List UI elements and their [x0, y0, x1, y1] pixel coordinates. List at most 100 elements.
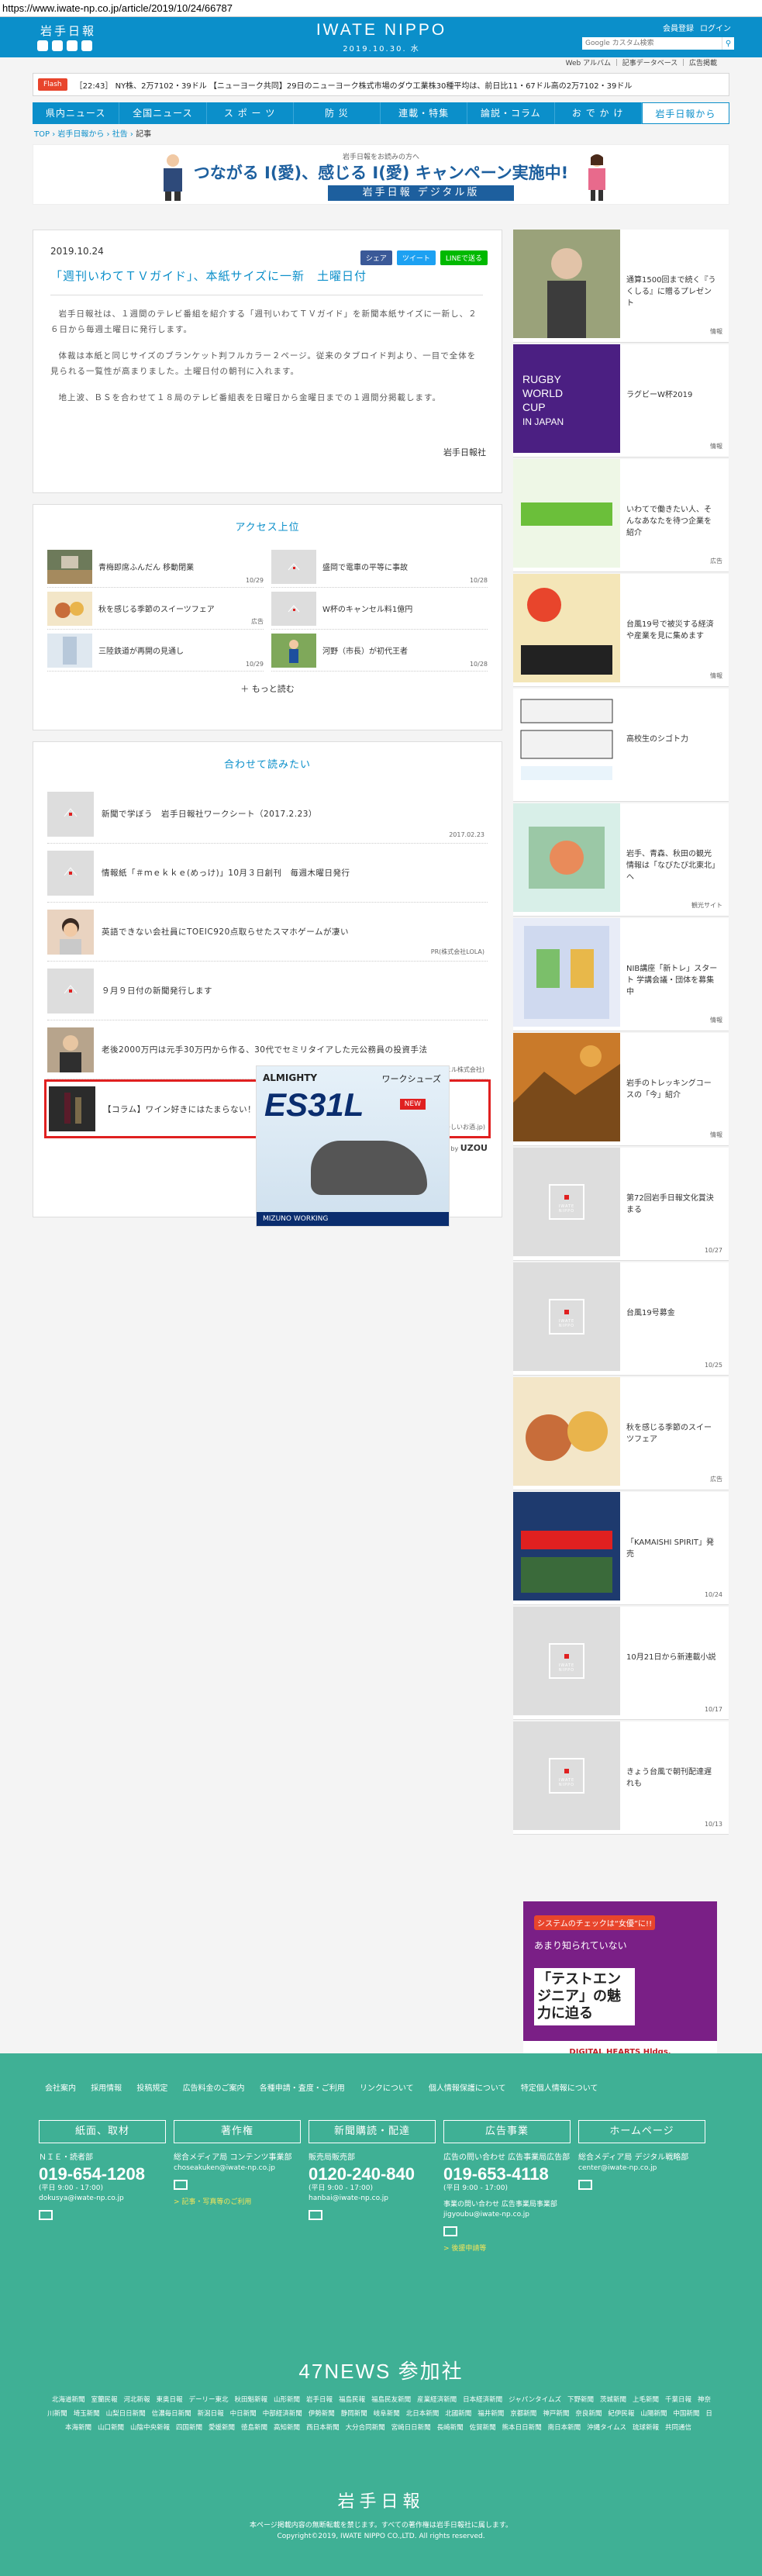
- member-paper-link[interactable]: 大分合同新聞: [346, 2424, 385, 2432]
- center-logo[interactable]: IWATE NIPPO 2019.10.30. 水: [304, 22, 459, 54]
- member-paper-link[interactable]: 産業経済新聞: [417, 2396, 457, 2404]
- more-button[interactable]: ＋ もっと読む: [33, 682, 502, 695]
- member-paper-link[interactable]: デーリー東北: [189, 2396, 229, 2404]
- member-paper-link[interactable]: 共同通信: [665, 2424, 691, 2432]
- uzou-logo[interactable]: UZOU: [460, 1143, 488, 1153]
- ranking-item[interactable]: 盛岡で電車の平等に事故 10/28: [271, 546, 488, 588]
- member-paper-link[interactable]: 伊勢新聞: [309, 2410, 335, 2418]
- ranking-item[interactable]: 河野（市長）が初代王者 10/28: [271, 630, 488, 672]
- member-paper-link[interactable]: 岐阜新聞: [374, 2410, 400, 2418]
- member-paper-link[interactable]: 福井新聞: [478, 2410, 504, 2418]
- breadcrumb-top[interactable]: TOP: [34, 130, 50, 139]
- sidebar-item[interactable]: NIB講座「新トレ」スタート 学講会議・団体を募集中 情報: [513, 918, 729, 1031]
- contact-email[interactable]: dokusya@iwate-np.co.jp: [39, 2194, 166, 2204]
- member-paper-link[interactable]: 山形新聞: [274, 2396, 300, 2404]
- mail-icon[interactable]: [578, 2180, 592, 2190]
- sidebar-item[interactable]: IWATE NIPPO 台風19号募金 10/25: [513, 1262, 729, 1376]
- member-paper-link[interactable]: 沖縄タイムス: [587, 2424, 626, 2432]
- member-paper-link[interactable]: 福島民友新聞: [371, 2396, 411, 2404]
- sidebar-item[interactable]: 台風19号で被災する経済や産業を見に集めます 情報: [513, 574, 729, 687]
- sidebar-item[interactable]: 岩手のトレッキングコースの「今」紹介 情報: [513, 1033, 729, 1146]
- contact-email[interactable]: hanbai@iwate-np.co.jp: [309, 2194, 436, 2204]
- sidebar-item[interactable]: IWATE NIPPO きょう台風で朝刊配達遅れも 10/13: [513, 1721, 729, 1835]
- sidebar-item[interactable]: 高校生のシゴト力: [513, 689, 729, 802]
- facebook-share-button[interactable]: シェア: [360, 250, 392, 265]
- contact-email[interactable]: center@iwate-np.co.jp: [578, 2163, 705, 2174]
- ranking-item[interactable]: 三陸鉄道が再開の見通し 10/29: [47, 630, 264, 672]
- sidebar-item[interactable]: いわてで働きたい人、そんなあなたを待つ企業を紹介 広告: [513, 459, 729, 572]
- member-paper-link[interactable]: 新潟日報: [198, 2410, 224, 2418]
- related-item[interactable]: ９月９日付の新聞発行します: [47, 962, 488, 1020]
- member-paper-link[interactable]: 北國新聞: [445, 2410, 471, 2418]
- member-paper-link[interactable]: 日本経済新聞: [463, 2396, 502, 2404]
- member-paper-link[interactable]: ジャパンタイムズ: [509, 2396, 561, 2404]
- member-paper-link[interactable]: 東奥日報: [156, 2396, 182, 2404]
- member-paper-link[interactable]: 山梨日日新聞: [106, 2410, 146, 2418]
- member-paper-link[interactable]: 京都新聞: [510, 2410, 536, 2418]
- site-logo[interactable]: 岩手日報: [40, 22, 96, 39]
- member-paper-link[interactable]: 佐賀新聞: [470, 2424, 496, 2432]
- facebook-icon[interactable]: [52, 40, 63, 51]
- sidebar-item[interactable]: 岩手、青森、秋田の観光情報は「なびたび北東北」へ 観光サイト: [513, 803, 729, 917]
- instagram-icon[interactable]: [81, 40, 92, 51]
- contact-events[interactable]: 事業の問い合わせ 広告事業局事業部 jigyoubu@iwate-np.co.j…: [443, 2200, 571, 2220]
- related-item[interactable]: 英語できない会社員にTOEIC920点取らせたスマホゲームが凄い PR(株式会社…: [47, 903, 488, 962]
- mail-icon[interactable]: [309, 2210, 322, 2220]
- member-paper-link[interactable]: 山陰中央新報: [130, 2424, 170, 2432]
- nav-disaster[interactable]: 防 災: [294, 102, 381, 124]
- sub-links[interactable]: Web アルバム ｜ 記事データベース ｜ 広告掲載: [0, 57, 762, 70]
- sponsorship-link[interactable]: > 後援申請等: [443, 2243, 571, 2253]
- ranking-item[interactable]: 秋を感じる季節のスイーツフェア 広告: [47, 588, 264, 630]
- member-paper-link[interactable]: 下野新聞: [567, 2396, 594, 2404]
- member-paper-link[interactable]: 琉球新報: [633, 2424, 659, 2432]
- register-link[interactable]: 会員登録: [663, 22, 694, 33]
- usage-link[interactable]: > 記事・写真等のご利用: [174, 2196, 301, 2206]
- member-paper-link[interactable]: 西日本新聞: [306, 2424, 340, 2432]
- phone-number[interactable]: 019-654-1208: [39, 2165, 166, 2184]
- phone-number[interactable]: 0120-240-840: [309, 2165, 436, 2184]
- line-icon[interactable]: [67, 40, 78, 51]
- member-paper-link[interactable]: 山口新聞: [98, 2424, 124, 2432]
- sidebar-item[interactable]: RUGBY WORLD CUP IN JAPAN ラグビーW杯2019 情報: [513, 344, 729, 458]
- member-paper-link[interactable]: 長崎新聞: [437, 2424, 464, 2432]
- member-paper-link[interactable]: 千葉日報: [665, 2396, 691, 2404]
- search-icon[interactable]: ⚲: [722, 37, 734, 50]
- member-paper-link[interactable]: 福島民報: [339, 2396, 365, 2404]
- member-paper-link[interactable]: 北日本新聞: [406, 2410, 440, 2418]
- footer-link[interactable]: リンクについて: [360, 2084, 414, 2093]
- related-item[interactable]: 情報紙「＃ｍｅｋｋｅ(めっけ)」10月３日創刊 毎週木曜日発行: [47, 844, 488, 903]
- member-paper-link[interactable]: 信濃毎日新聞: [152, 2410, 191, 2418]
- address-bar[interactable]: https://www.iwate-np.co.jp/article/2019/…: [0, 0, 762, 17]
- ranking-item[interactable]: W杯のキャンセル料1億円: [271, 588, 488, 630]
- member-paper-link[interactable]: 室蘭民報: [91, 2396, 117, 2404]
- member-paper-link[interactable]: 岩手日報: [306, 2396, 333, 2404]
- flash-text[interactable]: ［22:43］ NY株、2万7102・39ドル 【ニューヨーク共同】29日のニュ…: [75, 79, 729, 91]
- sidebar-item[interactable]: 秋を感じる季節のスイーツフェア 広告: [513, 1377, 729, 1490]
- contact-email[interactable]: choseakuken@iwate-np.co.jp: [174, 2163, 301, 2174]
- nav-editorial[interactable]: 論説・コラム: [467, 102, 555, 124]
- sidebar-item[interactable]: 通算1500回まで続く『うくしる』に贈るプレゼント 情報: [513, 230, 729, 343]
- nav-sports[interactable]: ス ポ ー ツ: [207, 102, 294, 124]
- footer-logo[interactable]: 岩手日報: [0, 2488, 762, 2512]
- sidebar-advertisement[interactable]: システムのチェックは“女優”に!! あまり知られていない 「テストエンジニア」の…: [523, 1901, 717, 2064]
- member-paper-link[interactable]: 静岡新聞: [341, 2410, 367, 2418]
- member-paper-link[interactable]: 高知新聞: [274, 2424, 300, 2432]
- member-paper-link[interactable]: 茨城新聞: [600, 2396, 626, 2404]
- member-paper-link[interactable]: 上毛新聞: [633, 2396, 659, 2404]
- footer-link[interactable]: 投稿規定: [136, 2084, 167, 2093]
- shoe-advertisement[interactable]: ALMIGHTY ワークシューズ ES31L NEW MIZUNO WORKIN…: [256, 1065, 450, 1227]
- login-link[interactable]: ログイン: [700, 22, 731, 33]
- nav-prefecture[interactable]: 県内ニュース: [33, 102, 120, 124]
- member-paper-link[interactable]: 熊本日日新聞: [502, 2424, 542, 2432]
- member-paper-link[interactable]: 山陽新聞: [640, 2410, 667, 2418]
- nav-national[interactable]: 全国ニュース: [119, 102, 207, 124]
- member-paper-link[interactable]: 中日新聞: [230, 2410, 257, 2418]
- member-paper-link[interactable]: 神戸新聞: [543, 2410, 569, 2418]
- related-item[interactable]: 新聞で学ぼう 岩手日報社ワークシート（2017.2.23） 2017.02.23: [47, 785, 488, 844]
- member-paper-link[interactable]: 紀伊民報: [608, 2410, 634, 2418]
- ranking-item[interactable]: 青梅即席ふんだん 移動閉業 10/29: [47, 546, 264, 588]
- member-paper-link[interactable]: 奈良新聞: [575, 2410, 602, 2418]
- line-share-button[interactable]: LINEで送る: [440, 250, 488, 265]
- breadcrumb-section[interactable]: 岩手日報から: [57, 130, 104, 139]
- footer-link[interactable]: 各種申請・査度・ご利用: [260, 2084, 345, 2093]
